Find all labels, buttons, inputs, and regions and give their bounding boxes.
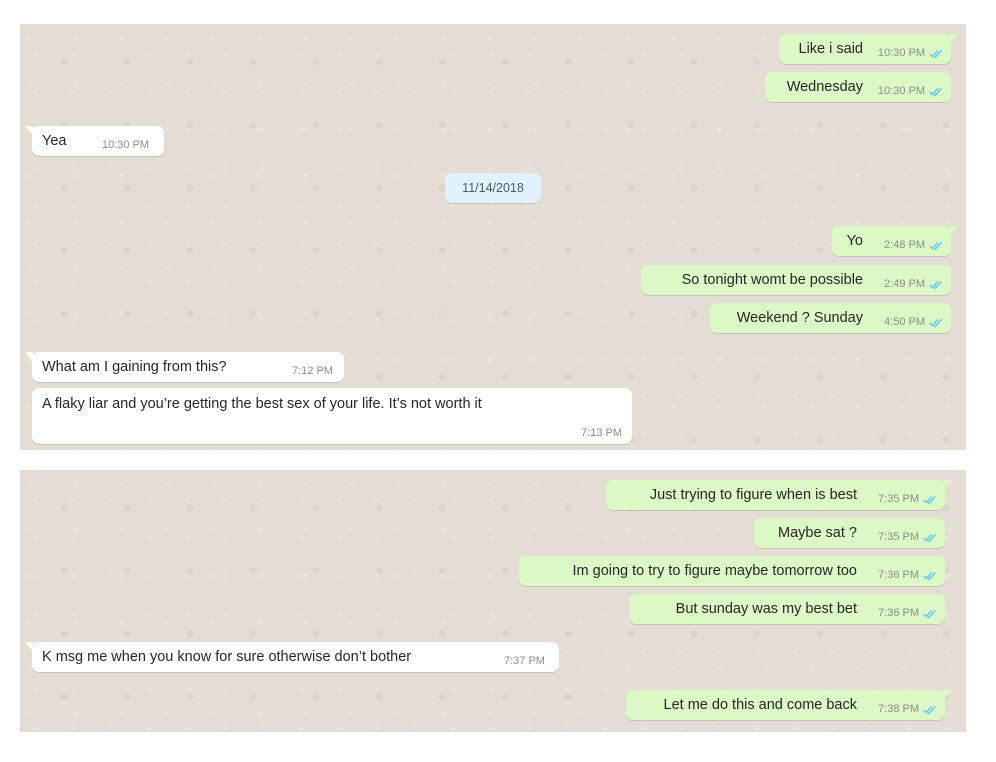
message-incoming[interactable]: A flaky liar and you’re getting the best… (32, 388, 632, 444)
double-check-icon (929, 319, 942, 328)
double-check-icon (929, 281, 942, 290)
message-incoming[interactable]: K msg me when you know for sure otherwis… (25, 642, 559, 672)
double-check-icon (929, 242, 942, 251)
message-time: 7:38 PM (878, 703, 919, 715)
message-time: 7:36 PM (878, 607, 919, 619)
double-check-icon (923, 706, 936, 715)
message-time: 10:30 PM (102, 139, 150, 151)
message-text: K msg me when you know for sure otherwis… (42, 649, 412, 665)
message-outgoing[interactable]: But sunday was my best bet 7:36 PM (629, 594, 945, 624)
message-time: 10:30 PM (877, 47, 925, 59)
message-text: Just trying to figure when is best (649, 487, 857, 503)
message-text: Yo (846, 233, 863, 249)
message-outgoing[interactable]: Im going to try to figure maybe tomorrow… (519, 556, 945, 586)
message-text: But sunday was my best bet (675, 601, 857, 617)
message-outgoing[interactable]: Let me do this and come back 7:38 PM (626, 690, 952, 720)
double-check-icon (929, 50, 942, 59)
message-time: 7:36 PM (878, 569, 919, 581)
message-text: Let me do this and come back (663, 697, 857, 713)
message-time: 2:48 PM (884, 239, 925, 251)
message-outgoing[interactable]: Just trying to figure when is best 7:35 … (606, 480, 952, 510)
message-incoming[interactable]: Yea 10:30 PM (25, 126, 164, 156)
message-text: So tonight womt be possible (681, 272, 863, 288)
message-outgoing[interactable]: Like i said 10:30 PM (779, 34, 958, 64)
message-time: 7:37 PM (504, 655, 545, 667)
message-outgoing[interactable]: So tonight womt be possible 2:49 PM (641, 265, 951, 295)
message-time: 4:50 PM (884, 316, 925, 328)
message-text: Yea (42, 133, 67, 149)
message-text: Wednesday (786, 79, 863, 95)
date-separator: 11/14/2018 (445, 173, 541, 203)
message-time: 10:30 PM (877, 85, 925, 97)
message-outgoing[interactable]: Maybe sat ? 7:35 PM (754, 518, 945, 548)
message-text: Like i said (798, 41, 863, 57)
message-text: A flaky liar and you’re getting the best… (42, 396, 482, 412)
chat-panel-bottom: Just trying to figure when is best 7:35 … (20, 470, 966, 732)
double-check-icon (929, 88, 942, 97)
message-text: Im going to try to figure maybe tomorrow… (572, 563, 858, 579)
chat-panel-top: Like i said 10:30 PM Wednesday 10:30 PM … (20, 24, 966, 450)
message-text: Maybe sat ? (778, 525, 857, 541)
message-time: 7:12 PM (292, 365, 333, 377)
message-time: 2:49 PM (884, 278, 925, 290)
message-outgoing[interactable]: Wednesday 10:30 PM (765, 72, 951, 102)
message-text: Weekend ? Sunday (736, 310, 863, 326)
message-outgoing[interactable]: Weekend ? Sunday 4:50 PM (710, 303, 951, 333)
double-check-icon (923, 572, 936, 581)
message-time: 7:13 PM (581, 427, 622, 439)
double-check-icon (923, 534, 936, 543)
message-time: 7:35 PM (878, 531, 919, 543)
message-time: 7:35 PM (878, 493, 919, 505)
double-check-icon (923, 610, 936, 619)
message-incoming[interactable]: What am I gaining from this? 7:12 PM (25, 352, 344, 382)
message-text: What am I gaining from this? (42, 359, 227, 375)
double-check-icon (923, 496, 936, 505)
message-outgoing[interactable]: Yo 2:48 PM (832, 226, 958, 256)
